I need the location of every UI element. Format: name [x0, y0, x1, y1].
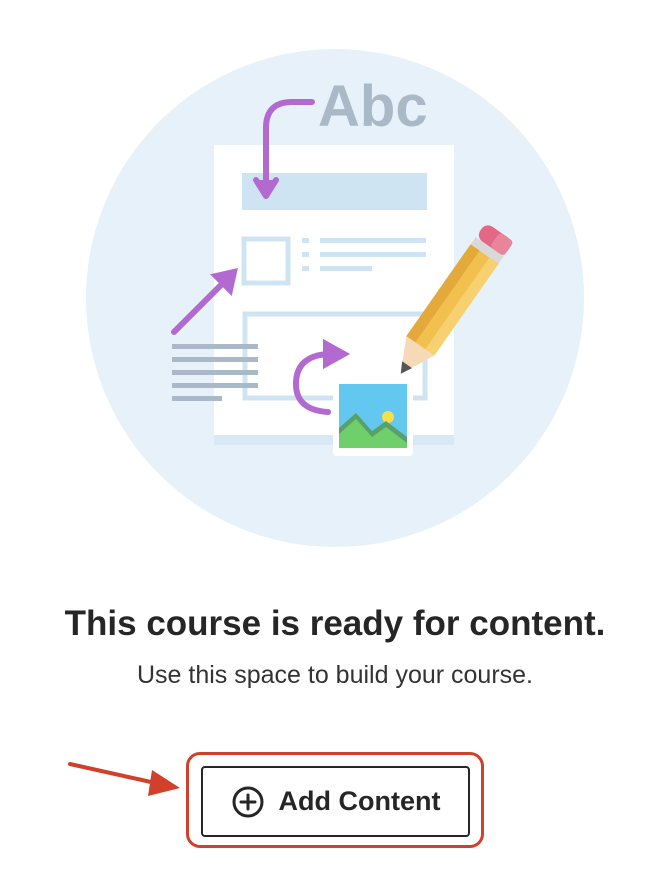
add-content-label: Add Content [278, 786, 441, 816]
plus-circle-icon [232, 786, 264, 817]
empty-state-title: This course is ready for content. [64, 604, 606, 643]
arrow-right-icon [68, 762, 180, 796]
add-content-button[interactable]: Add Content [201, 766, 470, 837]
empty-state-subtitle: Use this space to build your course. [136, 661, 534, 689]
image-icon [333, 378, 413, 456]
empty-state-illustration: Abc [86, 49, 584, 547]
abc-text-badge: Abc [318, 74, 428, 139]
